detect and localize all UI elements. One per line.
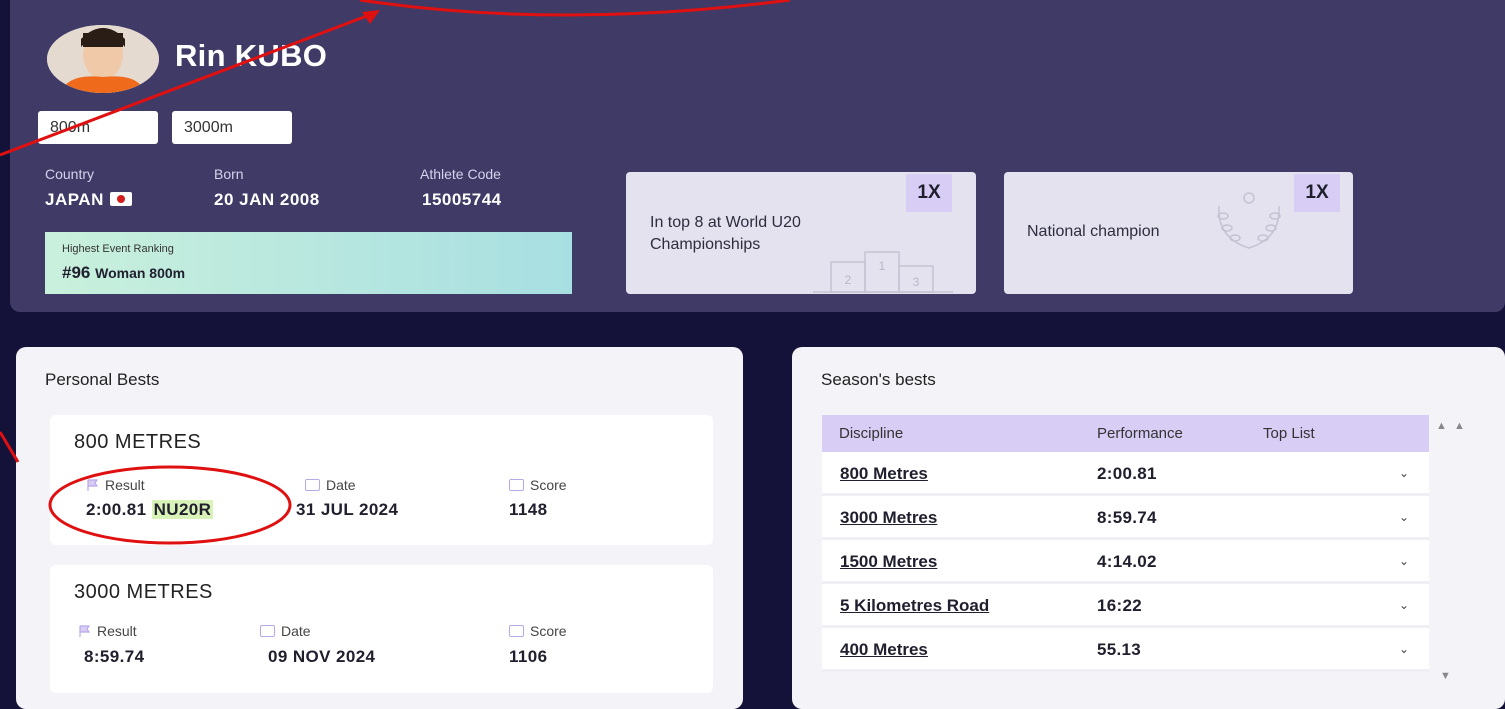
ranking-label: Highest Event Ranking (62, 243, 174, 255)
discipline-link[interactable]: 800 Metres (840, 464, 928, 484)
chevron-down-icon[interactable]: ⌄ (1399, 510, 1409, 524)
scroll-up-icon[interactable]: ▲ ▲ (1436, 420, 1467, 432)
scroll-down-icon[interactable]: ▼ (1440, 670, 1451, 682)
podium-place-3: 3 (913, 275, 920, 289)
column-top-list: Top List (1263, 425, 1315, 442)
result-label: Result (78, 623, 137, 639)
athlete-photo (47, 25, 159, 93)
column-performance: Performance (1097, 425, 1183, 442)
flag-icon (79, 625, 91, 637)
pb-result-time: 2:00.81 (86, 500, 147, 519)
date-label: Date (305, 477, 356, 493)
date-label-text: Date (326, 477, 356, 493)
country-name: JAPAN (45, 190, 104, 209)
personal-bests-title: Personal Bests (45, 370, 160, 389)
pb-result: 2:00.81 NU20R (86, 500, 214, 520)
ranking-event: Woman 800m (95, 265, 186, 281)
discipline-link[interactable]: 400 Metres (840, 640, 928, 660)
flag-icon (87, 479, 99, 491)
ranking-number: #96 (62, 263, 91, 282)
season-bests-card: Season's bests Discipline Performance To… (792, 347, 1505, 709)
season-bests-table: Discipline Performance Top List 800 Metr… (822, 415, 1429, 672)
result-label-text: Result (97, 623, 137, 639)
highest-ranking-box[interactable]: Highest Event Ranking #96 Woman 800m (45, 232, 572, 294)
pb-date: 09 NOV 2024 (268, 647, 376, 666)
born-label: Born (214, 166, 244, 182)
country-label: Country (45, 166, 95, 182)
performance-value: 16:22 (1097, 596, 1142, 615)
table-row[interactable]: 3000 Metres 8:59.74 ⌄ (822, 496, 1429, 540)
result-label-text: Result (105, 477, 145, 493)
pb-item-3000m[interactable]: 3000 METRES Result 8:59.74 Date 09 NOV 2… (50, 565, 713, 693)
event-tag-800m[interactable]: 800m (38, 111, 158, 144)
table-row[interactable]: 800 Metres 2:00.81 ⌄ (822, 452, 1429, 496)
discipline-link[interactable]: 1500 Metres (840, 552, 937, 572)
score-label-text: Score (530, 477, 567, 493)
personal-bests-card: Personal Bests 800 METRES Result 2:00.81… (16, 347, 743, 709)
honour-text: National champion (1027, 223, 1160, 240)
performance-value: 8:59.74 (1097, 508, 1157, 527)
pb-result: 8:59.74 (84, 647, 145, 666)
event-tag-3000m[interactable]: 3000m (172, 111, 292, 144)
result-label: Result (86, 477, 145, 493)
score-icon (509, 625, 524, 637)
calendar-icon (260, 625, 275, 637)
japan-flag-icon (109, 192, 132, 206)
honour-card-national-champion[interactable]: 1X National champion (1004, 172, 1353, 294)
ranking-value: #96 Woman 800m (62, 263, 185, 283)
honour-count: 1X (906, 174, 952, 212)
discipline-link[interactable]: 5 Kilometres Road (840, 596, 989, 616)
season-bests-title: Season's bests (821, 370, 936, 389)
podium-place-1: 1 (879, 259, 886, 273)
pb-date: 31 JUL 2024 (296, 500, 399, 519)
athlete-name: Rin KUBO (175, 38, 328, 73)
performance-value: 2:00.81 (1097, 464, 1157, 483)
honour-count: 1X (1294, 174, 1340, 212)
table-row[interactable]: 400 Metres 55.13 ⌄ (822, 628, 1429, 672)
chevron-down-icon[interactable]: ⌄ (1399, 466, 1409, 480)
score-label-text: Score (530, 623, 567, 639)
pb-item-800m[interactable]: 800 METRES Result 2:00.81 NU20R Date 31 … (50, 415, 713, 545)
athlete-header: Rin KUBO 800m 3000m Country JAPAN Born 2… (10, 0, 1505, 312)
pb-score: 1148 (509, 500, 548, 519)
table-header: Discipline Performance Top List (822, 415, 1429, 452)
date-label-text: Date (281, 623, 311, 639)
pb-event-name: 800 METRES (74, 431, 202, 453)
date-label: Date (260, 623, 311, 639)
score-label: Score (509, 623, 567, 639)
score-label: Score (509, 477, 567, 493)
athlete-avatar (47, 25, 159, 93)
podium-place-2: 2 (845, 273, 852, 287)
table-row[interactable]: 1500 Metres 4:14.02 ⌄ (822, 540, 1429, 584)
chevron-down-icon[interactable]: ⌄ (1399, 598, 1409, 612)
chevron-down-icon[interactable]: ⌄ (1399, 642, 1409, 656)
athlete-code-value: 15005744 (422, 190, 502, 209)
country-value: JAPAN (45, 190, 132, 210)
pb-score: 1106 (509, 647, 548, 666)
born-value: 20 JAN 2008 (214, 190, 320, 209)
pb-event-name: 3000 METRES (74, 581, 213, 603)
column-discipline: Discipline (839, 425, 904, 442)
score-icon (509, 479, 524, 491)
table-row[interactable]: 5 Kilometres Road 16:22 ⌄ (822, 584, 1429, 628)
chevron-down-icon[interactable]: ⌄ (1399, 554, 1409, 568)
performance-value: 55.13 (1097, 640, 1142, 659)
record-badge: NU20R (151, 500, 214, 519)
performance-value: 4:14.02 (1097, 552, 1157, 571)
honour-card-world-u20[interactable]: 2 1 3 1X In top 8 at World U20 Champions… (626, 172, 976, 294)
calendar-icon (305, 479, 320, 491)
discipline-link[interactable]: 3000 Metres (840, 508, 937, 528)
athlete-code-label: Athlete Code (420, 166, 501, 182)
honour-text: In top 8 at World U20 Championships (650, 214, 801, 253)
